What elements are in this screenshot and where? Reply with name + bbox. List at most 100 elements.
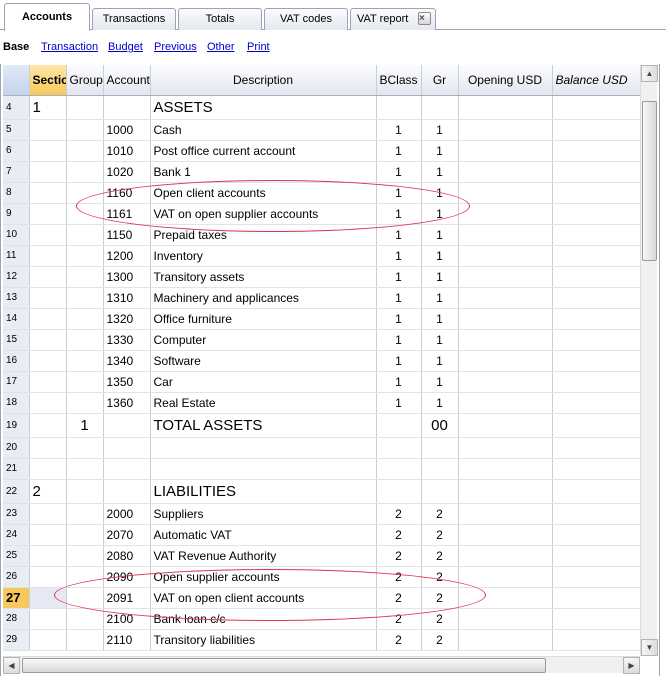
cell-account[interactable]: 1310 [103,287,151,309]
vertical-scrollbar[interactable]: ▲ ▼ [640,65,658,656]
cell-balance-usd[interactable] [552,524,641,546]
cell-opening-usd[interactable] [458,203,553,225]
cell-group[interactable] [66,371,104,393]
cell-account[interactable]: 2100 [103,608,151,630]
cell-opening-usd[interactable] [458,140,553,162]
cell-account[interactable] [103,413,151,438]
cell-section[interactable] [29,566,67,588]
row-number[interactable]: 8 [3,182,30,204]
cell-section[interactable] [29,245,67,267]
cell-group[interactable] [66,308,104,330]
cell-balance-usd[interactable] [552,566,641,588]
cell-gr[interactable] [421,437,459,459]
cell-section[interactable] [29,392,67,414]
cell-balance-usd[interactable] [552,203,641,225]
cell-balance-usd[interactable] [552,308,641,330]
cell-group[interactable] [66,350,104,372]
table-row[interactable]: 7 1020 Bank 111 [3,161,641,183]
cell-bclass[interactable]: 1 [376,182,422,204]
row-number[interactable]: 16 [3,350,30,372]
cell-description[interactable]: Inventory [150,245,377,267]
cell-gr[interactable] [421,479,459,504]
table-row[interactable]: 8 1160 Open client accounts 1 1 [3,182,641,204]
table-row[interactable]: 16 1340 Software 1 1 [3,350,641,372]
cell-account[interactable]: 2110 [103,629,151,651]
cell-section[interactable] [29,350,67,372]
cell-description[interactable]: VAT on open client accounts [150,587,377,609]
table-row[interactable]: 11 1200 Inventory 1 1 [3,245,641,267]
row-number[interactable]: 14 [3,308,30,330]
cell-gr[interactable]: 2 [421,566,459,588]
cell-description[interactable] [150,437,377,459]
row-number[interactable]: 5 [3,119,30,141]
cell-bclass[interactable]: 1 [376,203,422,225]
cell-description[interactable]: LIABILITIES [150,479,377,504]
column-header-balance-usd[interactable]: Balance USD [552,65,641,96]
table-row[interactable]: 27 2091 VAT on open client accounts 2 2 [3,587,641,609]
row-number[interactable]: 29 [3,629,30,651]
cell-group[interactable] [66,182,104,204]
scroll-left-arrow-icon[interactable]: ◀ [3,657,20,674]
cell-description[interactable]: ASSETS [150,95,377,120]
cell-balance-usd[interactable] [552,587,641,609]
cell-description[interactable]: Open supplier accounts [150,566,377,588]
cell-account[interactable]: 1010 [103,140,151,162]
cell-bclass[interactable] [376,95,422,120]
cell-group[interactable]: 1 [66,413,104,438]
cell-section[interactable] [29,437,67,459]
cell-account[interactable]: 2080 [103,545,151,567]
cell-group[interactable] [66,479,104,504]
tab-vat-report[interactable]: VAT report × [350,8,436,30]
scroll-up-arrow-icon[interactable]: ▲ [641,65,658,82]
cell-opening-usd[interactable] [458,224,553,246]
table-row[interactable]: 9 1161 VAT on open supplier accounts 1 1 [3,203,641,225]
cell-gr[interactable]: 1 [421,245,459,267]
cell-bclass[interactable] [376,413,422,438]
tab-accounts[interactable]: Accounts [4,3,90,31]
cell-description[interactable]: Bank 1 [150,161,377,183]
cell-gr[interactable]: 2 [421,545,459,567]
table-row[interactable]: 26 2090 Open supplier accounts 2 2 [3,566,641,588]
table-corner[interactable] [3,65,30,96]
column-header-opening-usd[interactable]: Opening USD [458,65,553,96]
cell-balance-usd[interactable] [552,479,641,504]
scroll-down-arrow-icon[interactable]: ▼ [641,639,658,656]
cell-gr[interactable]: 1 [421,266,459,288]
cell-section[interactable] [29,203,67,225]
cell-opening-usd[interactable] [458,119,553,141]
horizontal-scroll-thumb[interactable] [22,658,546,673]
row-number[interactable]: 13 [3,287,30,309]
cell-opening-usd[interactable] [458,413,553,438]
cell-bclass[interactable]: 1 [376,224,422,246]
cell-description[interactable]: Cash [150,119,377,141]
cell-opening-usd[interactable] [458,566,553,588]
cell-bclass[interactable]: 1 [376,140,422,162]
column-header-gr[interactable]: Gr [421,65,459,96]
cell-group[interactable] [66,545,104,567]
cell-bclass[interactable]: 1 [376,308,422,330]
cell-description[interactable]: Transitory assets [150,266,377,288]
cell-gr[interactable]: 1 [421,119,459,141]
cell-balance-usd[interactable] [552,503,641,525]
tab-totals[interactable]: Totals [178,8,262,30]
table-row[interactable]: 25 2080 VAT Revenue Authority 2 2 [3,545,641,567]
cell-section[interactable] [29,224,67,246]
cell-balance-usd[interactable] [552,413,641,438]
cell-balance-usd[interactable] [552,140,641,162]
cell-bclass[interactable] [376,479,422,504]
cell-gr[interactable]: 1 [421,140,459,162]
cell-gr[interactable]: 1 [421,224,459,246]
cell-account[interactable]: 1320 [103,308,151,330]
vertical-scroll-thumb[interactable] [642,101,657,261]
cell-gr[interactable]: 1 [421,182,459,204]
cell-bclass[interactable]: 1 [376,245,422,267]
table-row[interactable]: 21 [3,458,641,480]
table-row[interactable]: 24 2070 Automatic VAT 2 2 [3,524,641,546]
view-print[interactable]: Print [247,41,270,53]
cell-group[interactable] [66,458,104,480]
table-row[interactable]: 17 1350 Car 1 1 [3,371,641,393]
row-number[interactable]: 26 [3,566,30,588]
cell-balance-usd[interactable] [552,119,641,141]
cell-section[interactable] [29,587,67,609]
cell-description[interactable]: Bank loan c/c [150,608,377,630]
